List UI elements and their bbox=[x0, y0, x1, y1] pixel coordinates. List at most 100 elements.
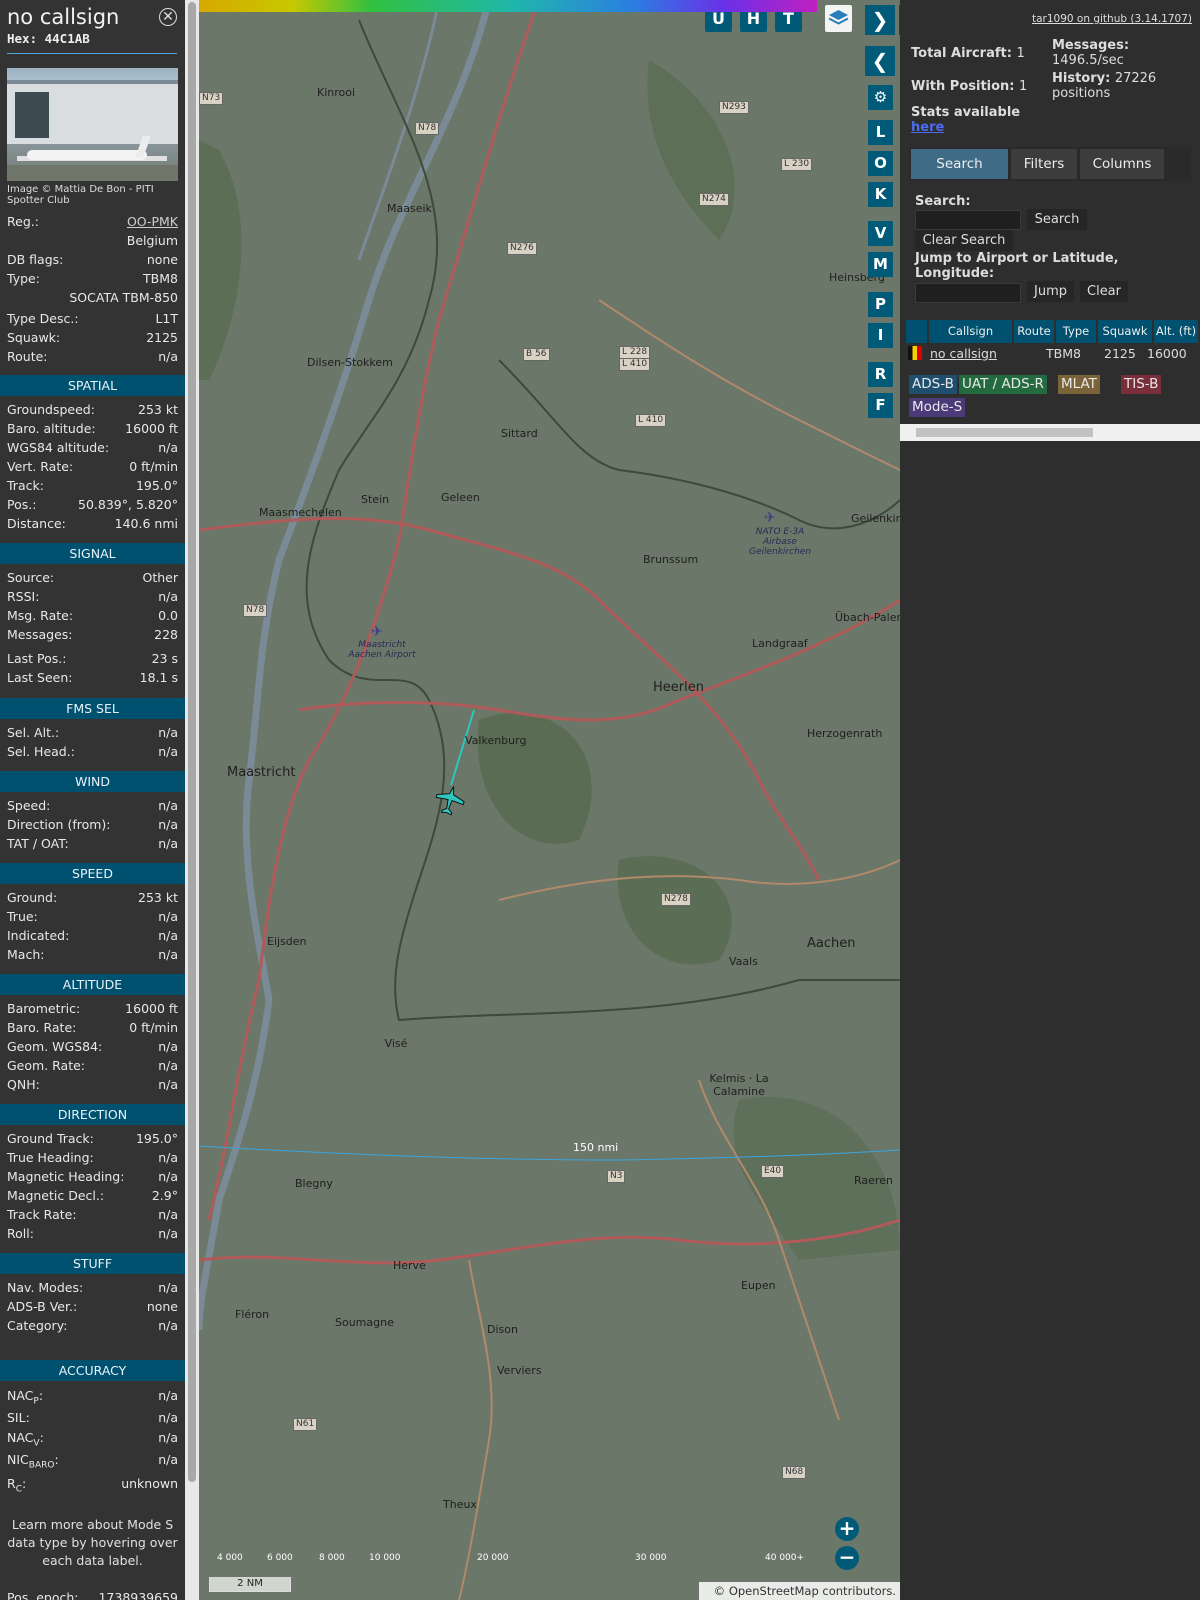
map-attribution[interactable]: © OpenStreetMap contributors. bbox=[699, 1582, 900, 1600]
category-row: Category: n/a bbox=[7, 1318, 178, 1337]
roll-label: Roll: bbox=[7, 1226, 34, 1241]
table-header-route[interactable]: Route bbox=[1014, 320, 1054, 343]
rssi-value: n/a bbox=[158, 589, 178, 604]
indicated-row: Indicated: n/a bbox=[7, 928, 178, 947]
ground-track-label: Ground Track: bbox=[7, 1131, 94, 1146]
track-rate-label: Track Rate: bbox=[7, 1207, 77, 1222]
table-header-altitude[interactable]: Alt. (ft) bbox=[1154, 320, 1198, 343]
reg-value[interactable]: OO-PMK bbox=[127, 214, 178, 229]
track-row: Track: 195.0° bbox=[7, 478, 178, 497]
msg-rate-label: Msg. Rate: bbox=[7, 608, 74, 623]
groundspeed-label: Groundspeed: bbox=[7, 402, 95, 417]
tab-search[interactable]: Search bbox=[911, 149, 1008, 179]
toggle-m-button[interactable]: M bbox=[868, 252, 893, 277]
table-header-callsign[interactable]: Callsign bbox=[929, 320, 1012, 343]
place-label-blegny: Blegny bbox=[295, 1177, 333, 1190]
total-aircraft-value: 1 bbox=[1016, 46, 1025, 61]
toggle-o-button[interactable]: O bbox=[868, 151, 893, 176]
clear-search-button[interactable]: Clear Search bbox=[915, 230, 1013, 251]
close-icon[interactable]: ✕ bbox=[159, 8, 177, 26]
tab-filters[interactable]: Filters bbox=[1011, 149, 1077, 179]
speed-value: n/a bbox=[158, 798, 178, 813]
aircraft-photo[interactable] bbox=[7, 68, 178, 181]
toggle-k-button[interactable]: K bbox=[868, 182, 893, 207]
db-flags-row: DB flags: none bbox=[7, 252, 178, 271]
airport-icon: ✈ bbox=[764, 510, 776, 526]
colon: : bbox=[39, 1430, 44, 1445]
zoom-out-button[interactable]: − bbox=[835, 1546, 859, 1570]
messages-row: Messages: 228 bbox=[7, 627, 178, 646]
colon: : bbox=[21, 1476, 27, 1491]
nav-modes-row: Nav. Modes: n/a bbox=[7, 1280, 178, 1299]
info-scrollbar[interactable] bbox=[185, 0, 199, 1600]
table-header-squawk[interactable]: Squawk bbox=[1098, 320, 1152, 343]
github-link[interactable]: tar1090 on github (3.14.1707) bbox=[1032, 13, 1192, 25]
indicated-value: n/a bbox=[158, 928, 178, 943]
magnetic-heading-value: n/a bbox=[158, 1169, 178, 1184]
section-header-direction: DIRECTION bbox=[0, 1104, 185, 1125]
row-squawk: 2125 bbox=[1104, 346, 1136, 361]
chevron-left-icon[interactable]: ❮ bbox=[865, 46, 895, 76]
stats-here-link[interactable]: here bbox=[911, 120, 944, 135]
settings-gear-icon[interactable]: ⚙ bbox=[868, 85, 893, 110]
clear-jump-button[interactable]: Clear bbox=[1080, 281, 1128, 302]
jump-label: Jump to Airport or Latitude, Longitude: bbox=[915, 251, 1119, 281]
rc-label: RC: bbox=[7, 1476, 26, 1495]
tab-columns[interactable]: Columns bbox=[1080, 149, 1164, 179]
chevron-right-icon[interactable]: ❯ bbox=[865, 5, 895, 35]
search-button[interactable]: Search bbox=[1027, 209, 1087, 230]
jump-button[interactable]: Jump bbox=[1027, 281, 1074, 302]
mach-value: n/a bbox=[158, 947, 178, 962]
toggle-r-button[interactable]: R bbox=[868, 362, 893, 387]
geom-wgs84-label: Geom. WGS84: bbox=[7, 1039, 103, 1054]
section-header-stuff: STUFF bbox=[0, 1253, 185, 1274]
road-label-n276: N276 bbox=[507, 242, 537, 255]
source-badge-tis-b: TIS-B bbox=[1121, 375, 1162, 394]
toggle-l-button[interactable]: L bbox=[868, 120, 893, 145]
messages-label: Messages: bbox=[7, 627, 73, 642]
zoom-in-button[interactable]: + bbox=[835, 1517, 859, 1541]
row-callsign[interactable]: no callsign bbox=[930, 344, 997, 363]
search-input[interactable] bbox=[915, 210, 1021, 230]
altitude-scale-label: 20 000 bbox=[477, 1553, 509, 1563]
toggle-v-button[interactable]: V bbox=[868, 221, 893, 246]
track-label: Track: bbox=[7, 478, 44, 493]
source-badge-mode-s: Mode-S bbox=[909, 398, 966, 417]
place-label-heerlen: Heerlen bbox=[653, 680, 704, 695]
magnetic-heading-row: Magnetic Heading: n/a bbox=[7, 1169, 178, 1188]
place-label-eupen: Eupen bbox=[741, 1279, 776, 1292]
section-header-speed: SPEED bbox=[0, 863, 185, 884]
wgs84-altitude-row: WGS84 altitude: n/a bbox=[7, 440, 178, 459]
jump-input[interactable] bbox=[915, 283, 1021, 303]
table-hscrollbar[interactable] bbox=[900, 424, 1200, 441]
msg-rate-row: Msg. Rate: 0.0 bbox=[7, 608, 178, 627]
nicbaro-label: NICBARO: bbox=[7, 1452, 59, 1471]
place-label-maasmechelen: Maasmechelen bbox=[259, 506, 342, 519]
direction-from-value: n/a bbox=[158, 817, 178, 832]
toggle-f-button[interactable]: F bbox=[868, 393, 893, 418]
track-rate-value: n/a bbox=[158, 1207, 178, 1222]
scrollbar-thumb[interactable] bbox=[188, 2, 196, 1482]
road-label-b-56: B 56 bbox=[523, 348, 550, 361]
true-value: n/a bbox=[158, 909, 178, 924]
nacp-value: n/a bbox=[158, 1388, 178, 1403]
road-label-n278: N278 bbox=[661, 893, 691, 906]
layers-icon[interactable] bbox=[825, 5, 852, 32]
geom-rate-row: Geom. Rate: n/a bbox=[7, 1058, 178, 1077]
map-view[interactable]: ✈ ✈ Kinrooi Maaseik Dilsen-Stokkem Sittard S… bbox=[199, 0, 900, 1600]
speed-row: Speed: n/a bbox=[7, 798, 178, 817]
place-label-herve: Herve bbox=[393, 1259, 426, 1272]
place-label-sittard: Sittard bbox=[501, 427, 538, 440]
photo-plane-body bbox=[27, 150, 147, 160]
squawk-value: 2125 bbox=[146, 330, 178, 345]
last-seen-value: 18.1 s bbox=[139, 670, 178, 685]
toggle-i-button[interactable]: I bbox=[868, 323, 893, 348]
ads-b-ver-label: ADS-B Ver.: bbox=[7, 1299, 78, 1314]
table-header-type[interactable]: Type bbox=[1056, 320, 1096, 343]
groundspeed-value: 253 kt bbox=[138, 402, 178, 417]
place-label-maastricht-aachen-airport: Maastricht Aachen Airport bbox=[348, 640, 416, 660]
hscrollbar-thumb[interactable] bbox=[916, 428, 1093, 437]
toggle-p-button[interactable]: P bbox=[868, 292, 893, 317]
type-desc-label: Type Desc.: bbox=[7, 311, 79, 326]
colon: : bbox=[38, 1388, 44, 1403]
